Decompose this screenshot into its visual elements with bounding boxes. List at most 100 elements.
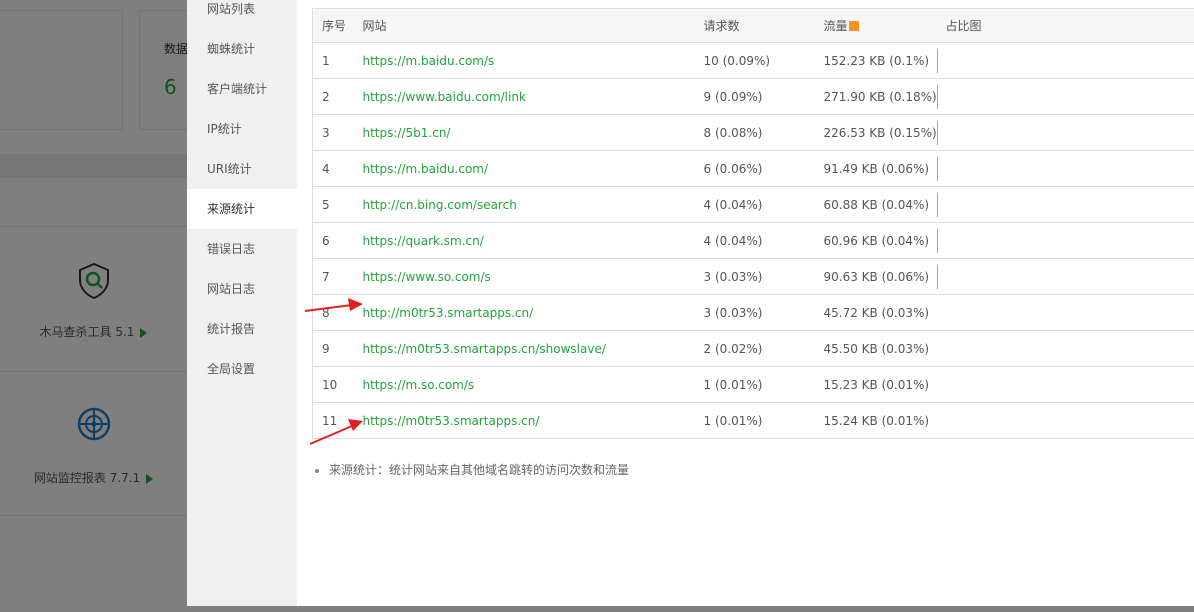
share-bar [936, 84, 938, 109]
cell-flow: 15.23 KB (0.01%) [814, 366, 937, 403]
table-row: 10 https://m.so.com/s 1 (0.01%) 15.23 KB (0… [312, 366, 1194, 403]
share-bar [936, 192, 938, 217]
table-row: 11 https://m0tr53.smartapps.cn/1 (0.01%) 1… [312, 402, 1194, 439]
sidebar-item[interactable]: 客户端统计 [187, 69, 297, 109]
site-link[interactable]: https://5b1.cn/ [363, 126, 451, 140]
cell-flow: 152.23 KB (0.1%) [814, 42, 937, 79]
cell-flow: 91.49 KB (0.06%) [814, 150, 937, 187]
cell-requests: 3 (0.03%) [694, 294, 815, 331]
table-row: 7 https://www.so.com/s 3 (0.03%) 90.63 KB (… [312, 258, 1194, 295]
table-row: 1 https://m.baidu.com/s 10 (0.09%) 152.23 K… [312, 42, 1194, 79]
site-link[interactable]: https://m.baidu.com/s [363, 54, 495, 68]
cell-share [936, 114, 1194, 151]
sidebar-item[interactable]: 蜘蛛统计 [187, 29, 297, 69]
header-share: 占比图 [936, 8, 1194, 43]
sidebar-item[interactable]: 来源统计 [187, 189, 297, 229]
sidebar-item[interactable]: 错误日志 [187, 229, 297, 269]
cell-site: https://m.baidu.com/ [353, 150, 695, 187]
cell-site: https://www.baidu.com/link [353, 78, 695, 115]
table-row: 2 https://www.baidu.com/link 9 (0.09%) 271.… [312, 78, 1194, 115]
referrer-table: 序号 网站 请求数 流量 占比图 1 https://m.baidu.com/s 1… [312, 8, 1194, 439]
site-link[interactable]: https://m0tr53.smartapps.cn/ [363, 414, 540, 428]
note-text: 来源统计：统计网站来自其他域名跳转的访问次数和流量 [329, 463, 630, 477]
site-link[interactable]: https://m.baidu.com/ [363, 162, 489, 176]
cell-index: 6 [312, 222, 354, 259]
cell-index: 2 [312, 78, 354, 115]
cell-flow: 90.63 KB (0.06%) [814, 258, 937, 295]
site-link[interactable]: http://cn.bing.com/search [363, 198, 517, 212]
sidebar-item[interactable]: URI统计 [187, 149, 297, 189]
modal-content: 序号 网站 请求数 流量 占比图 1 https://m.baidu.com/s 1… [312, 8, 1194, 478]
cell-share [936, 78, 1194, 115]
cell-share [936, 258, 1194, 295]
cell-requests: 6 (0.06%) [694, 150, 815, 187]
cell-requests: 8 (0.08%) [694, 114, 815, 151]
site-link[interactable]: https://m.so.com/s [363, 378, 475, 392]
cell-share [936, 186, 1194, 223]
cell-share [936, 222, 1194, 259]
header-flow[interactable]: 流量 [814, 8, 937, 43]
cell-site: https://m0tr53.smartapps.cn/showslave/ [353, 330, 695, 367]
site-link[interactable]: https://quark.sm.cn/ [363, 234, 484, 248]
sidebar-item[interactable]: 全局设置 [187, 349, 297, 389]
site-link[interactable]: https://www.so.com/s [363, 270, 491, 284]
cell-requests: 9 (0.09%) [694, 78, 815, 115]
table-header-row: 序号 网站 请求数 流量 占比图 [312, 8, 1194, 43]
sidebar-item[interactable]: 网站日志 [187, 269, 297, 309]
sidebar-item[interactable]: 网站列表 [187, 0, 297, 29]
share-bar [936, 156, 938, 181]
cell-flow: 45.72 KB (0.03%) [814, 294, 937, 331]
header-index: 序号 [312, 8, 354, 43]
cell-share [936, 42, 1194, 79]
cell-index: 11 [312, 402, 354, 439]
cell-index: 8 [312, 294, 354, 331]
modal-sidebar: 网站列表 蜘蛛统计 客户端统计 IP统计 URI统计 来源统计 错误日志 网站日志 统计报告 全局… [187, 0, 297, 606]
cell-share [936, 150, 1194, 187]
cell-requests: 10 (0.09%) [694, 42, 815, 79]
bullet-dot [315, 468, 319, 473]
flow-sort-icon[interactable] [848, 21, 859, 31]
header-requests: 请求数 [694, 8, 815, 43]
cell-site: https://quark.sm.cn/ [353, 222, 695, 259]
header-site: 网站 [353, 8, 695, 43]
cell-site: https://m.baidu.com/s [353, 42, 695, 79]
table-row: 8 http://m0tr53.smartapps.cn/3 (0.03%) 45.… [312, 294, 1194, 331]
sidebar-item[interactable]: 统计报告 [187, 309, 297, 349]
site-link[interactable]: https://m0tr53.smartapps.cn/showslave/ [363, 342, 606, 356]
cell-requests: 1 (0.01%) [694, 402, 815, 439]
cell-site: https://m0tr53.smartapps.cn/ [353, 402, 695, 439]
cell-index: 10 [312, 366, 354, 403]
cell-share [936, 366, 1194, 403]
cell-flow: 45.50 KB (0.03%) [814, 330, 937, 367]
cell-site: https://m.so.com/s [353, 366, 695, 403]
cell-index: 9 [312, 330, 354, 367]
cell-site: https://5b1.cn/ [353, 114, 695, 151]
note: 来源统计：统计网站来自其他域名跳转的访问次数和流量 [315, 461, 1194, 478]
cell-flow: 60.96 KB (0.04%) [814, 222, 937, 259]
site-stats-modal: 网站列表 蜘蛛统计 客户端统计 IP统计 URI统计 来源统计 错误日志 网站日志 统计报告 全局… [187, 0, 1194, 606]
cell-site: https://www.so.com/s [353, 258, 695, 295]
cell-share [936, 294, 1194, 331]
cell-flow: 226.53 KB (0.15%) [814, 114, 937, 151]
cell-requests: 3 (0.03%) [694, 258, 815, 295]
site-link[interactable]: https://www.baidu.com/link [363, 90, 526, 104]
share-bar [936, 120, 938, 145]
cell-requests: 4 (0.04%) [694, 222, 815, 259]
cell-flow: 60.88 KB (0.04%) [814, 186, 937, 223]
cell-index: 4 [312, 150, 354, 187]
sidebar-item[interactable]: IP统计 [187, 109, 297, 149]
cell-share [936, 330, 1194, 367]
cell-site: http://cn.bing.com/search [353, 186, 695, 223]
table-row: 5 http://cn.bing.com/search 4 (0.04%) 60.88… [312, 186, 1194, 223]
share-bar [936, 228, 938, 253]
table-row: 9 https://m0tr53.smartapps.cn/showslave/2… [312, 330, 1194, 367]
cell-requests: 4 (0.04%) [694, 186, 815, 223]
cell-index: 5 [312, 186, 354, 223]
share-bar [936, 264, 938, 289]
site-link[interactable]: http://m0tr53.smartapps.cn/ [363, 306, 534, 320]
cell-share [936, 402, 1194, 439]
cell-index: 1 [312, 42, 354, 79]
table-row: 3 https://5b1.cn/8 (0.08%) 226.53 KB (0.15… [312, 114, 1194, 151]
cell-index: 7 [312, 258, 354, 295]
cell-requests: 2 (0.02%) [694, 330, 815, 367]
